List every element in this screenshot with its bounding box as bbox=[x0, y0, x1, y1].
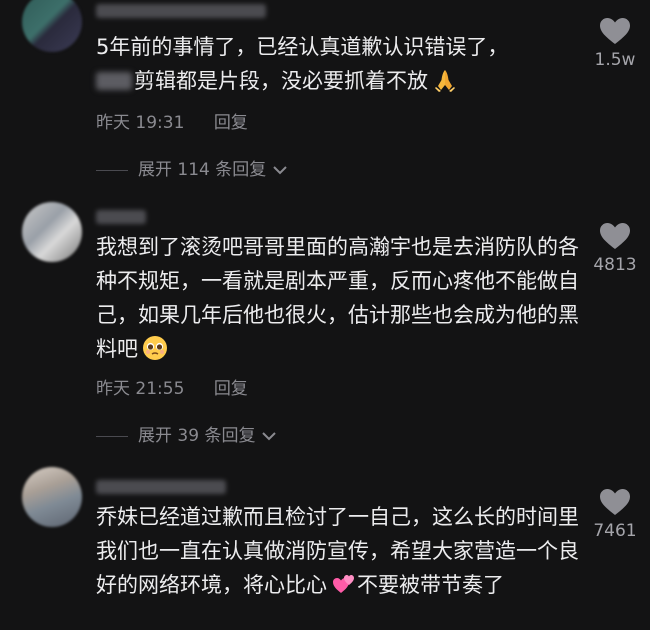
like-count: 4813 bbox=[593, 255, 637, 275]
expand-replies-button[interactable]: 展开 39 条回复 bbox=[96, 421, 277, 446]
folded-hands-emoji bbox=[435, 70, 455, 92]
pleading-face-emoji bbox=[143, 336, 167, 360]
two-hearts-emoji bbox=[333, 575, 354, 593]
divider-dash bbox=[96, 169, 128, 171]
chevron-down-icon bbox=[262, 432, 276, 441]
comment-text-line2-wrap: 剪辑都是片段，没必要抓着不放 bbox=[96, 64, 581, 98]
username-blurred[interactable] bbox=[96, 4, 266, 18]
expand-replies-label: 展开 114 条回复 bbox=[138, 160, 267, 180]
username-blurred[interactable] bbox=[96, 480, 226, 494]
reply-button[interactable]: 回复 bbox=[214, 379, 248, 399]
heart-icon bbox=[600, 489, 630, 515]
like-button[interactable]: 1.5w bbox=[585, 16, 645, 70]
comment-text-body: 我想到了滚烫吧哥哥里面的高瀚宇也是去消防队的各种不规矩，一看就是剧本严重，反而心… bbox=[96, 235, 579, 361]
heart-icon bbox=[600, 223, 630, 249]
reply-button[interactable]: 回复 bbox=[214, 113, 248, 133]
comment-text-line2: 剪辑都是片段，没必要抓着不放 bbox=[134, 69, 428, 93]
comment-meta: 昨天 19:31 回复 bbox=[96, 108, 248, 133]
blurred-word bbox=[96, 72, 132, 90]
comment-text: 乔妹已经道过歉而且检讨了一自己，这么长的时间里我们也一直在认真做消防宣传，希望大… bbox=[96, 500, 581, 602]
like-button[interactable]: 7461 bbox=[585, 487, 645, 541]
avatar[interactable] bbox=[22, 0, 82, 52]
comment-text: 5年前的事情了，已经认真道歉认识错误了， 剪辑都是片段，没必要抓着不放 bbox=[96, 30, 581, 98]
like-count: 1.5w bbox=[594, 50, 636, 70]
comment-meta: 昨天 21:55 回复 bbox=[96, 374, 248, 399]
expand-replies-label: 展开 39 条回复 bbox=[138, 426, 256, 446]
comment-time: 昨天 21:55 bbox=[96, 379, 185, 399]
heart-icon bbox=[600, 18, 630, 44]
avatar[interactable] bbox=[22, 202, 82, 262]
comment-text-line1: 5年前的事情了，已经认真道歉认识错误了， bbox=[96, 35, 509, 59]
comment-text-tail: 不要被带节奏了 bbox=[357, 573, 504, 597]
expand-replies-button[interactable]: 展开 114 条回复 bbox=[96, 155, 288, 180]
like-count: 7461 bbox=[593, 521, 637, 541]
chevron-down-icon bbox=[272, 166, 287, 175]
username-blurred[interactable] bbox=[96, 210, 146, 224]
avatar[interactable] bbox=[22, 467, 82, 527]
comment-text: 我想到了滚烫吧哥哥里面的高瀚宇也是去消防队的各种不规矩，一看就是剧本严重，反而心… bbox=[96, 230, 581, 366]
comment-time: 昨天 19:31 bbox=[96, 113, 185, 133]
like-button[interactable]: 4813 bbox=[585, 221, 645, 275]
divider-dash bbox=[96, 435, 128, 437]
